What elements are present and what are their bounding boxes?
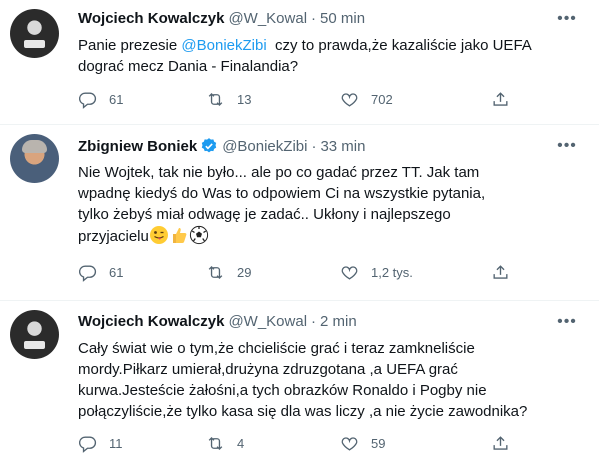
tweet-actions: 61 29 1,2 tys. [78,263,588,287]
like-button[interactable]: 702 [340,90,393,109]
like-count: 702 [371,92,393,107]
author-handle[interactable]: @BoniekZibi [222,138,307,155]
like-count: 59 [371,436,386,451]
tweet-3[interactable]: Wojciech Kowalczyk @W_Kowal · 2 min ••• … [0,301,599,465]
reply-icon [78,92,97,109]
heart-icon [341,93,358,107]
like-button[interactable]: 1,2 tys. [340,263,413,282]
more-icon[interactable]: ••• [557,9,577,29]
tweet-1[interactable]: Wojciech Kowalczyk @W_Kowal · 50 min •••… [0,0,599,124]
heart-icon [341,266,358,280]
tweet-text: Panie prezesie @BoniekZibi czy to prawda… [78,35,583,77]
reply-button[interactable]: 11 [78,434,123,453]
retweet-button[interactable]: 29 [206,263,251,282]
tweet-header: Zbigniew Boniek @BoniekZibi · 33 min [78,137,365,155]
tweet-time[interactable]: 50 min [320,10,365,27]
reply-count: 61 [109,92,124,107]
thumbs-up-emoji-icon [172,228,187,243]
share-icon [493,265,508,279]
like-count: 1,2 tys. [371,265,413,280]
verified-badge-icon [201,138,217,153]
more-icon[interactable]: ••• [557,136,577,156]
tweet-header: Wojciech Kowalczyk @W_Kowal · 50 min [78,10,365,27]
winking-face-tongue-emoji-icon [149,226,168,244]
reply-button[interactable]: 61 [78,263,123,282]
tweet-text-part: Nie Wojtek, tak nie było... ale po co ga… [78,164,486,245]
tweet-text: Nie Wojtek, tak nie było... ale po co ga… [78,162,583,247]
retweet-icon [208,266,223,279]
avatar[interactable] [10,9,59,58]
tweet-header: Wojciech Kowalczyk @W_Kowal · 2 min [78,313,357,330]
author-handle[interactable]: @W_Kowal [228,10,307,27]
tweet-time[interactable]: 33 min [320,138,365,155]
retweet-icon [208,93,223,106]
retweet-count: 13 [237,92,252,107]
avatar[interactable] [10,310,59,359]
tweet-text-part: Cały świat wie o tym,że chcieliście grać… [78,340,528,420]
tweet-actions: 61 13 702 [78,90,588,114]
tweet-actions: 11 4 59 [78,434,588,458]
author-name[interactable]: Wojciech Kowalczyk [78,10,224,27]
share-icon [493,436,508,450]
share-button[interactable] [491,263,510,287]
tweet-text-part: Panie prezesie [78,37,182,54]
share-icon [493,92,508,106]
tweet-text: Cały świat wie o tym,że chcieliście grać… [78,338,583,422]
like-button[interactable]: 59 [340,434,385,453]
mention-link[interactable]: @BoniekZibi [181,37,266,54]
separator-dot: · [311,10,317,27]
retweet-count: 4 [237,436,245,451]
retweet-icon [208,437,223,450]
share-button[interactable] [491,434,510,458]
soccer-ball-emoji-icon [189,225,208,245]
author-name[interactable]: Wojciech Kowalczyk [78,313,224,330]
separator-dot: · [311,137,317,155]
author-handle[interactable]: @W_Kowal [228,313,307,330]
reply-count: 11 [109,436,123,451]
tweet-2[interactable]: Zbigniew Boniek @BoniekZibi · 33 min •••… [0,125,599,300]
retweet-button[interactable]: 4 [206,434,244,453]
reply-count: 61 [109,265,124,280]
author-name[interactable]: Zbigniew Boniek [78,138,197,155]
reply-icon [78,265,97,282]
tweet-time[interactable]: 2 min [320,313,357,330]
reply-button[interactable]: 61 [78,90,123,109]
share-button[interactable] [491,90,510,114]
heart-icon [341,437,358,451]
retweet-button[interactable]: 13 [206,90,251,109]
reply-icon [78,436,97,453]
more-icon[interactable]: ••• [557,312,577,332]
avatar[interactable] [10,134,59,183]
separator-dot: · [311,313,317,330]
retweet-count: 29 [237,265,252,280]
